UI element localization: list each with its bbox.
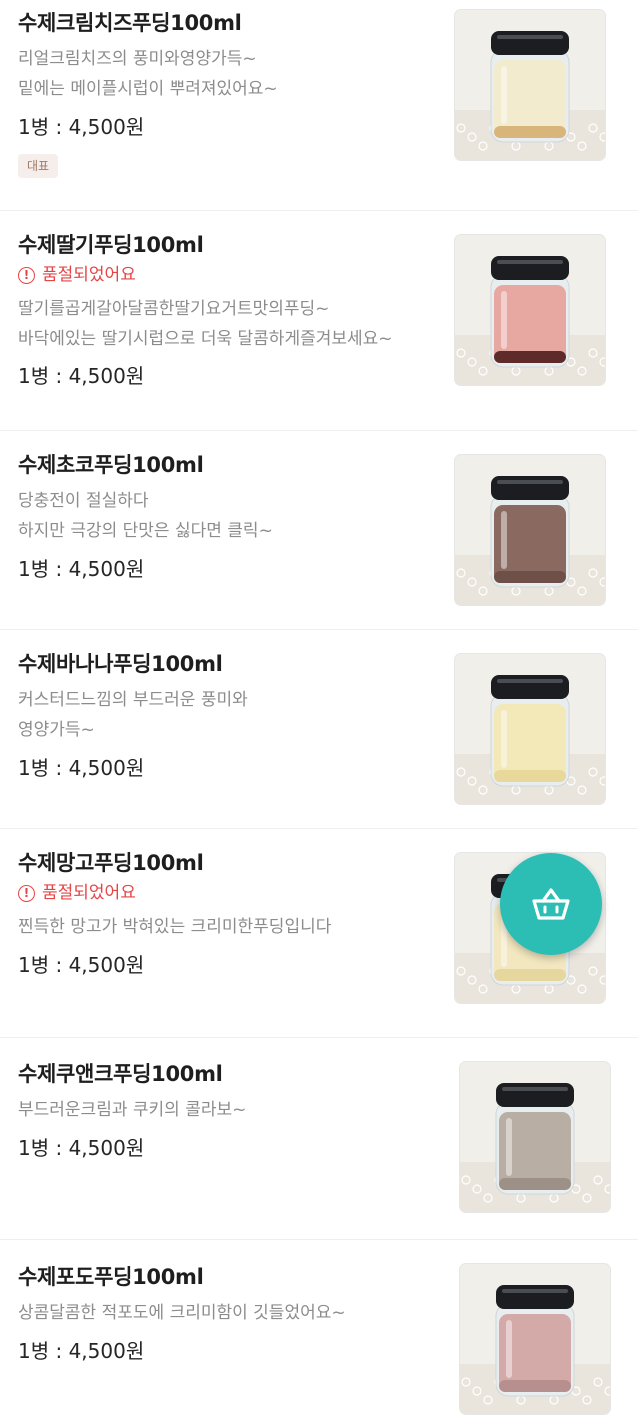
pudding-syrup-layer	[494, 351, 566, 363]
menu-item-name: 수제크림치즈푸딩100ml	[18, 11, 242, 35]
glass-highlight	[501, 291, 507, 349]
description-line: 영양가득~	[18, 720, 95, 740]
glass-highlight	[506, 1118, 512, 1176]
menu-item-description: 상콤달콤한 적포도에 크리미함이 깃들었어요~	[18, 1298, 433, 1328]
menu-item[interactable]: 수제초코푸딩100ml 당충전이 절실하다 하지만 극강의 단맛은 싫다면 클릭…	[0, 431, 638, 630]
menu-item-image[interactable]	[454, 454, 606, 606]
shopping-basket-icon	[532, 888, 570, 920]
pudding-syrup-layer	[494, 770, 566, 782]
menu-item-info: 수제바나나푸딩100ml 커스터드느낌의 부드러운 풍미와 영양가득~ 1병 :…	[18, 649, 433, 783]
menu-item-description: 부드러운크림과 쿠키의 콜라보~	[18, 1095, 433, 1125]
signature-badge: 대표	[18, 154, 59, 178]
menu-item-description: 찐득한 망고가 박혀있는 크리미한푸딩입니다	[18, 912, 433, 942]
menu-item-description: 당충전이 절실하다 하지만 극강의 단맛은 싫다면 클릭~	[18, 486, 433, 546]
menu-item-info: 수제초코푸딩100ml 당충전이 절실하다 하지만 극강의 단맛은 싫다면 클릭…	[18, 450, 433, 584]
description-line: 딸기를곱게갈아달콤한딸기요거트맛의푸딩~	[18, 299, 330, 319]
menu-item-name: 수제포도푸딩100ml	[18, 1265, 204, 1289]
description-line: 상콤달콤한 적포도에 크리미함이 깃들었어요~	[18, 1303, 346, 1323]
menu-item-price: 1병 : 4,500원	[18, 1339, 145, 1363]
jar-lid-shine	[502, 1289, 568, 1293]
menu-item[interactable]: 수제쿠앤크푸딩100ml 부드러운크림과 쿠키의 콜라보~ 1병 : 4,500…	[0, 1038, 638, 1240]
pudding-jar-illustration	[460, 1264, 610, 1414]
glass-highlight	[501, 511, 507, 569]
jar-lid	[491, 31, 569, 55]
pudding-syrup-layer	[494, 571, 566, 583]
menu-item-description: 리얼크림치즈의 풍미와영양가득~ 밑에는 메이플시럽이 뿌려져있어요~	[18, 44, 433, 104]
pudding-syrup-layer	[499, 1178, 571, 1190]
menu-item-info: 수제딸기푸딩100ml ! 품절되었어요 딸기를곱게갈아달콤한딸기요거트맛의푸딩…	[18, 230, 433, 391]
pudding-syrup-layer	[494, 126, 566, 138]
pudding-jar-illustration	[455, 455, 605, 605]
jar-lid-shine	[497, 679, 563, 683]
description-line: 당충전이 절실하다	[18, 491, 149, 511]
soldout-notice: ! 품절되었어요	[18, 264, 433, 286]
jar-lid-shine	[497, 35, 563, 39]
pudding-jar-illustration	[455, 654, 605, 804]
jar-lid	[491, 256, 569, 280]
soldout-label: 품절되었어요	[42, 883, 136, 903]
pudding-jar-illustration	[455, 235, 605, 385]
menu-item-price: 1병 : 4,500원	[18, 953, 145, 977]
jar-lid-shine	[497, 260, 563, 264]
menu-item-description: 딸기를곱게갈아달콤한딸기요거트맛의푸딩~ 바닥에있는 딸기시럽으로 더욱 달콤하…	[18, 294, 433, 354]
menu-item-image[interactable]	[454, 234, 606, 386]
menu-item-info: 수제망고푸딩100ml ! 품절되었어요 찐득한 망고가 박혀있는 크리미한푸딩…	[18, 848, 433, 980]
exclamation-circle-icon: !	[18, 884, 35, 902]
soldout-label: 품절되었어요	[42, 265, 136, 285]
menu-item-price: 1병 : 4,500원	[18, 756, 145, 780]
menu-item-price: 1병 : 4,500원	[18, 1136, 145, 1160]
glass-highlight	[501, 710, 507, 768]
menu-item-name: 수제쿠앤크푸딩100ml	[18, 1062, 223, 1086]
pudding-syrup-layer	[494, 969, 566, 981]
cart-button[interactable]	[500, 853, 602, 955]
description-line: 바닥에있는 딸기시럽으로 더욱 달콤하게즐겨보세요~	[18, 329, 393, 349]
jar-lid-shine	[497, 480, 563, 484]
pudding-jar-illustration	[455, 10, 605, 160]
menu-item-info: 수제쿠앤크푸딩100ml 부드러운크림과 쿠키의 콜라보~ 1병 : 4,500…	[18, 1059, 433, 1163]
menu-item-info: 수제포도푸딩100ml 상콤달콤한 적포도에 크리미함이 깃들었어요~ 1병 :…	[18, 1262, 433, 1366]
exclamation-circle-icon: !	[18, 266, 35, 284]
description-line: 하지만 극강의 단맛은 싫다면 클릭~	[18, 521, 273, 541]
pudding-jar-illustration	[460, 1062, 610, 1212]
jar-lid	[491, 476, 569, 500]
menu-item-image[interactable]	[454, 9, 606, 161]
menu-item-image[interactable]	[459, 1263, 611, 1415]
menu-item-image[interactable]	[459, 1061, 611, 1213]
pudding-syrup-layer	[499, 1380, 571, 1392]
glass-highlight	[501, 66, 507, 124]
glass-highlight	[506, 1320, 512, 1378]
description-line: 리얼크림치즈의 풍미와영양가득~	[18, 49, 257, 69]
menu-item-image[interactable]	[454, 653, 606, 805]
description-line: 커스터드느낌의 부드러운 풍미와	[18, 690, 248, 710]
menu-item-info: 수제크림치즈푸딩100ml 리얼크림치즈의 풍미와영양가득~ 밑에는 메이플시럽…	[18, 8, 433, 178]
menu-item-price: 1병 : 4,500원	[18, 364, 145, 388]
soldout-notice: ! 품절되었어요	[18, 882, 433, 904]
jar-lid	[491, 675, 569, 699]
jar-lid	[496, 1285, 574, 1309]
menu-item-price: 1병 : 4,500원	[18, 557, 145, 581]
menu-item-name: 수제딸기푸딩100ml	[18, 233, 204, 257]
menu-item[interactable]: 수제포도푸딩100ml 상콤달콤한 적포도에 크리미함이 깃들었어요~ 1병 :…	[0, 1240, 638, 1415]
menu-item[interactable]: 수제크림치즈푸딩100ml 리얼크림치즈의 풍미와영양가득~ 밑에는 메이플시럽…	[0, 0, 638, 211]
menu-item-name: 수제바나나푸딩100ml	[18, 652, 223, 676]
menu-item-name: 수제초코푸딩100ml	[18, 453, 204, 477]
menu-item-description: 커스터드느낌의 부드러운 풍미와 영양가득~	[18, 685, 433, 745]
menu-item[interactable]: 수제딸기푸딩100ml ! 품절되었어요 딸기를곱게갈아달콤한딸기요거트맛의푸딩…	[0, 211, 638, 431]
jar-lid	[496, 1083, 574, 1107]
jar-lid-shine	[502, 1087, 568, 1091]
menu-item-name: 수제망고푸딩100ml	[18, 851, 204, 875]
description-line: 부드러운크림과 쿠키의 콜라보~	[18, 1100, 247, 1120]
description-line: 밑에는 메이플시럽이 뿌려져있어요~	[18, 79, 278, 99]
description-line: 찐득한 망고가 박혀있는 크리미한푸딩입니다	[18, 917, 332, 937]
menu-item[interactable]: 수제바나나푸딩100ml 커스터드느낌의 부드러운 풍미와 영양가득~ 1병 :…	[0, 630, 638, 829]
menu-item-price: 1병 : 4,500원	[18, 115, 145, 139]
